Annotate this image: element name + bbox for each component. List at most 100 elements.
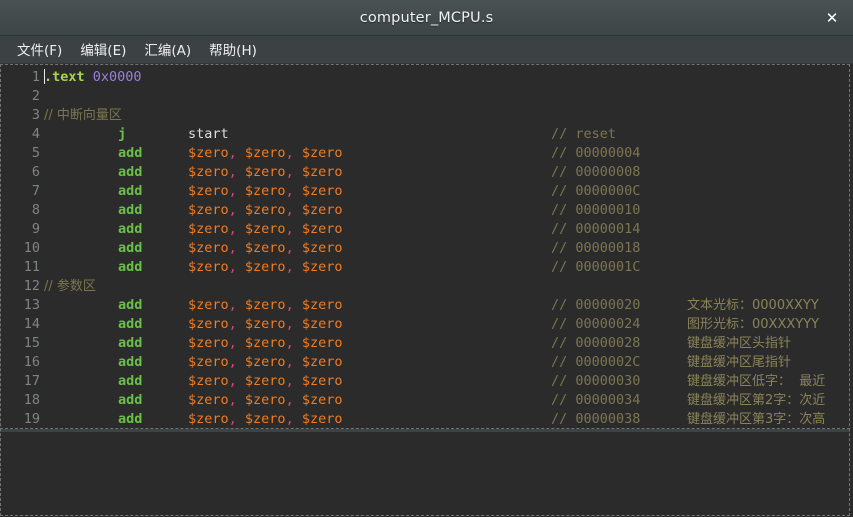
address-comment: // 0000001C	[551, 259, 641, 275]
last-line-divider	[0, 428, 850, 429]
close-icon[interactable]: ✕	[811, 0, 853, 35]
opcode: add	[118, 392, 143, 408]
operands: $zero, $zero, $zero	[188, 164, 343, 180]
code-line[interactable]: 16 add $zero, $zero, $zero // 0000002C 键盘缓冲区…	[0, 353, 853, 372]
code-line[interactable]: 3 // 中断向量区	[0, 106, 853, 125]
annotation-note: 键盘缓冲区第2字：次近	[687, 393, 826, 408]
opcode: add	[118, 202, 143, 218]
menu-item-edit[interactable]: 编辑(E)	[71, 36, 135, 63]
line-number: 14	[23, 316, 40, 332]
opcode: add	[118, 221, 143, 237]
code-line[interactable]: 2	[0, 87, 853, 106]
opcode: add	[118, 354, 143, 370]
opcode: add	[118, 145, 143, 161]
address-comment: // 00000008	[551, 164, 641, 180]
line-number: 10	[23, 240, 40, 256]
code-line[interactable]: 1 .text 0x0000	[0, 68, 853, 87]
code-line[interactable]: 8 add $zero, $zero, $zero // 00000010	[0, 201, 853, 220]
annotation-note: 键盘缓冲区尾指针	[687, 355, 792, 370]
annotation-note: 文本光标：0000XXYY	[687, 298, 819, 313]
line-number: 17	[23, 373, 40, 389]
line-number: 1	[31, 69, 40, 85]
address-comment: // 00000030	[551, 373, 641, 389]
operands: $zero, $zero, $zero	[188, 316, 343, 332]
menu-item-assemble[interactable]: 汇编(A)	[135, 36, 200, 63]
line-number: 16	[23, 354, 40, 370]
menu-item-help[interactable]: 帮助(H)	[200, 36, 266, 63]
opcode: j	[118, 126, 127, 142]
code-line[interactable]: 17 add $zero, $zero, $zero // 00000030 键盘缓冲区…	[0, 372, 853, 391]
opcode: add	[118, 164, 143, 180]
code-line[interactable]: 10 add $zero, $zero, $zero // 00000018	[0, 239, 853, 258]
operands: $zero, $zero, $zero	[188, 373, 343, 389]
assembler-directive: .text	[44, 69, 85, 85]
code-line[interactable]: 9 add $zero, $zero, $zero // 00000014	[0, 220, 853, 239]
selection-band	[0, 429, 850, 432]
operands: $zero, $zero, $zero	[188, 354, 343, 370]
operands: $zero, $zero, $zero	[188, 335, 343, 351]
operands: $zero, $zero, $zero	[188, 145, 343, 161]
opcode: add	[118, 316, 143, 332]
opcode: add	[118, 335, 143, 351]
address-comment: // 00000028	[551, 335, 641, 351]
line-number: 6	[31, 164, 40, 180]
address-comment: // 00000018	[551, 240, 641, 256]
operands: $zero, $zero, $zero	[188, 392, 343, 408]
code-line[interactable]: 4 j start // reset	[0, 125, 853, 144]
address-comment: // 00000024	[551, 316, 641, 332]
line-number: 8	[31, 202, 40, 218]
code-editor[interactable]: 1 .text 0x0000 2 3// 中断向量区 4 j start// reset 5 a…	[0, 64, 853, 517]
opcode: add	[118, 240, 143, 256]
line-number: 7	[31, 183, 40, 199]
opcode: add	[118, 183, 143, 199]
line-number: 9	[31, 221, 40, 237]
code-line[interactable]: 12 // 参数区	[0, 277, 853, 296]
annotation-note: 图形光标：00XXXYYY	[687, 317, 820, 332]
code-lines[interactable]: 1 .text 0x0000 2 3// 中断向量区 4 j start// reset 5 a…	[0, 64, 853, 429]
address-comment: // 0000002C	[551, 354, 641, 370]
line-number: 12	[23, 278, 40, 294]
code-line[interactable]: 7 add $zero, $zero, $zero // 0000000C	[0, 182, 853, 201]
operands: $zero, $zero, $zero	[188, 411, 343, 427]
code-line[interactable]: 19 add $zero, $zero, $zero // 00000038 键盘缓冲区…	[0, 410, 853, 429]
directive-address: 0x0000	[92, 69, 142, 85]
code-line[interactable]: 11 add $zero, $zero, $zero // 0000001C	[0, 258, 853, 277]
opcode: add	[118, 259, 143, 275]
opcode: add	[118, 373, 143, 389]
code-line[interactable]: 18 add $zero, $zero, $zero // 00000034 键盘缓冲区…	[0, 391, 853, 410]
line-number: 4	[31, 126, 40, 142]
address-comment: // reset	[551, 126, 617, 142]
address-comment: // 0000000C	[551, 183, 641, 199]
code-line[interactable]: 5 add $zero, $zero, $zero // 00000004	[0, 144, 853, 163]
line-number: 11	[23, 259, 40, 275]
address-comment: // 00000014	[551, 221, 641, 237]
window-title: computer_MCPU.s	[359, 9, 494, 26]
operands: $zero, $zero, $zero	[188, 202, 343, 218]
title-bar[interactable]: computer_MCPU.s ✕	[0, 0, 853, 36]
code-line[interactable]: 13 add $zero, $zero, $zero // 00000020 文本光标：…	[0, 296, 853, 315]
line-number: 15	[23, 335, 40, 351]
opcode: add	[118, 297, 143, 313]
menu-bar: 文件(F) 编辑(E) 汇编(A) 帮助(H)	[0, 36, 853, 64]
annotation-note: 键盘缓冲区低字： 最近	[687, 374, 826, 389]
annotation-note: 键盘缓冲区第3字：次高	[687, 412, 826, 427]
menu-item-file[interactable]: 文件(F)	[8, 36, 71, 63]
annotation-note: 键盘缓冲区头指针	[687, 336, 792, 351]
section-comment: // 参数区	[44, 279, 96, 294]
operands: $zero, $zero, $zero	[188, 183, 343, 199]
editor-window: computer_MCPU.s ✕ 文件(F) 编辑(E) 汇编(A) 帮助(H…	[0, 0, 853, 517]
address-comment: // 00000010	[551, 202, 641, 218]
opcode: add	[118, 411, 143, 427]
code-line[interactable]: 14 add $zero, $zero, $zero // 00000024 图形光标：…	[0, 315, 853, 334]
operands: $zero, $zero, $zero	[188, 297, 343, 313]
line-number: 18	[23, 392, 40, 408]
address-comment: // 00000034	[551, 392, 641, 408]
section-comment: // 中断向量区	[44, 108, 122, 123]
address-comment: // 00000004	[551, 145, 641, 161]
operands: $zero, $zero, $zero	[188, 221, 343, 237]
code-line[interactable]: 15 add $zero, $zero, $zero // 00000028 键盘缓冲区…	[0, 334, 853, 353]
address-comment: // 00000020	[551, 297, 641, 313]
line-number: 19	[23, 411, 40, 427]
line-number: 2	[31, 88, 40, 104]
code-line[interactable]: 6 add $zero, $zero, $zero // 00000008	[0, 163, 853, 182]
